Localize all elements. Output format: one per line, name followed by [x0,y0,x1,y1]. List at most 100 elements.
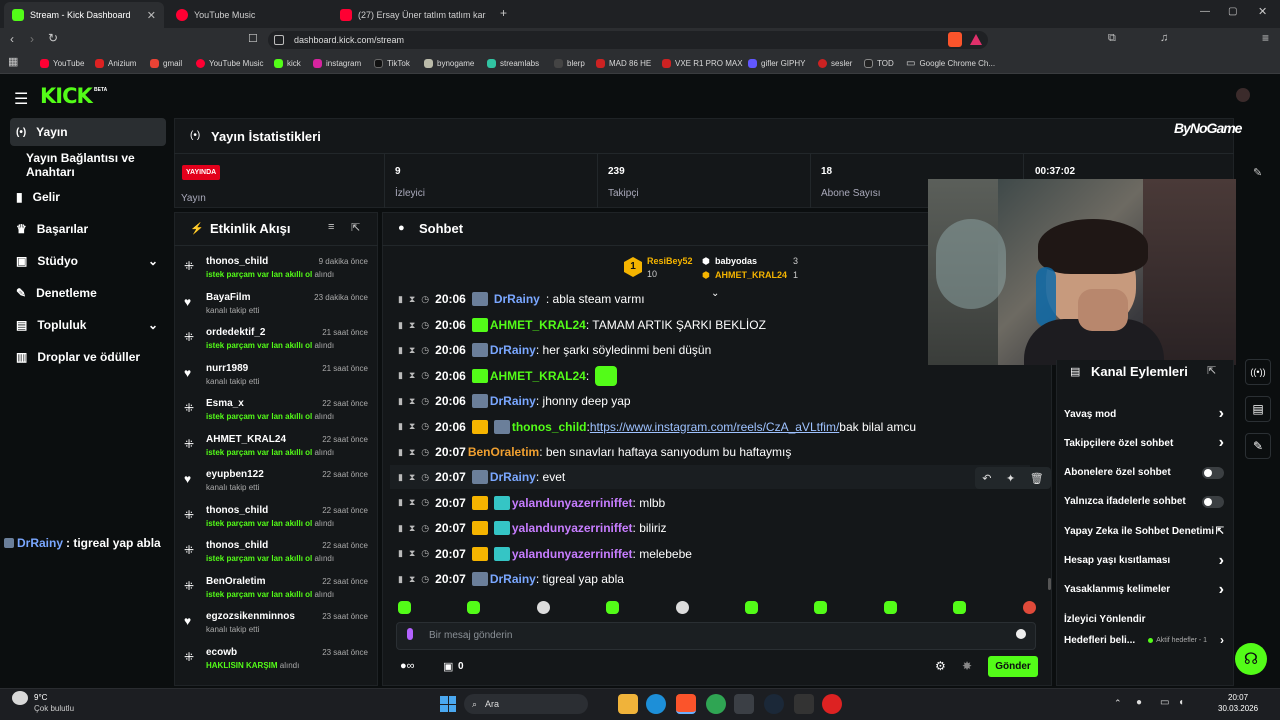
leader-2-name[interactable]: babyodas [715,256,757,266]
sidebar-item-basarilar[interactable]: ♛ Başarılar [10,215,166,243]
mic-icon[interactable] [407,628,413,640]
chevron-right-icon[interactable]: › [1219,434,1224,452]
chrome-icon[interactable] [706,694,726,714]
store-icon[interactable] [734,694,754,714]
external-link-icon[interactable]: ⇱ [1216,526,1224,537]
reply-icon[interactable]: ↶ [982,472,991,485]
history-icon[interactable]: ◷ [421,497,429,508]
delete-icon[interactable]: 🗑 [1030,472,1044,485]
event-username[interactable]: thonos_child [206,505,268,516]
event-username[interactable]: ordedektif_2 [206,327,265,338]
address-bar[interactable]: dashboard.kick.com/stream [268,31,988,49]
timeout-icon[interactable]: ⧗ [409,472,415,483]
timeout-icon[interactable]: ⧗ [409,523,415,534]
maximize-icon[interactable]: ▢ [1228,6,1237,17]
tab-kick-dashboard[interactable]: Stream - Kick Dashboard ✕ [4,2,164,28]
bookmark-instagram[interactable]: instagram [313,55,361,71]
bookmark-youtube[interactable]: YouTube [40,55,84,71]
site-info-icon[interactable] [274,35,284,45]
mod-icon[interactable]: ▮ [398,345,403,356]
history-icon[interactable]: ◷ [421,472,429,483]
timeout-icon[interactable]: ⧗ [409,447,415,458]
history-icon[interactable]: ◷ [421,345,429,356]
rail-layout-button[interactable]: ▤ [1245,396,1271,422]
history-icon[interactable]: ◷ [421,396,429,407]
bookmark-kick[interactable]: kick [274,55,301,71]
emote-icon[interactable] [745,601,758,614]
event-username[interactable]: ecowb [206,647,237,658]
timeout-icon[interactable]: ⧗ [409,548,415,559]
steam-icon[interactable] [764,694,784,714]
channel-action-row[interactable]: Hesap yaşı kısıtlaması › [1064,551,1224,571]
mod-icon[interactable]: ▮ [398,396,403,407]
leader-1-name[interactable]: ResiBey52 [647,256,693,266]
history-icon[interactable]: ◷ [421,447,429,458]
emote-icon[interactable] [606,601,620,614]
mod-icon[interactable]: ▮ [398,574,403,585]
mic-tray-icon[interactable]: ● [1136,697,1142,708]
windows-start-icon[interactable] [440,696,456,712]
chevron-right-icon[interactable]: › [1219,405,1224,423]
popout-icon[interactable]: ⇱ [351,221,360,234]
sidebar-item-stream-key[interactable]: Yayın Bağlantısı ve Anahtarı [10,151,180,179]
tray-chevron-icon[interactable]: ⌃ [1114,698,1122,709]
chat-scrollbar[interactable] [1048,578,1051,590]
chevron-right-icon[interactable]: › [1219,581,1224,599]
mod-icon[interactable]: ▮ [398,447,403,458]
timeout-icon[interactable]: ⧗ [409,574,415,585]
event-username[interactable]: AHMET_KRAL24 [206,434,286,445]
timeout-icon[interactable]: ⧗ [409,370,415,381]
support-headset-icon[interactable]: ☊ [1235,643,1267,675]
mod-icon[interactable]: ▮ [398,472,403,483]
bookmark-youtube-music[interactable]: YouTube Music [196,55,264,71]
kick-logo[interactable]: KICK [40,84,93,108]
bookmark-chrome-folder[interactable]: ▭ Google Chrome Ch... [906,55,995,71]
send-button[interactable]: Gönder [988,656,1038,677]
event-username[interactable]: eyupben122 [206,469,264,480]
goals-row[interactable]: Hedefleri beli... Aktif hedefler - 1 › [1064,630,1224,650]
channel-action-row[interactable]: Takipçilere özel sohbet › [1064,433,1224,453]
message-username[interactable]: yalandunyazerriniffet [512,496,633,510]
extensions-icon[interactable]: ⧉ [1108,32,1116,45]
message-username[interactable]: thonos_child [512,420,587,434]
timeout-icon[interactable]: ⧗ [409,497,415,508]
bookmark-bynogame[interactable]: bynogame [424,55,474,71]
mod-icon[interactable]: ▮ [398,548,403,559]
mod-icon[interactable]: ▮ [398,320,403,331]
brave-shield-icon[interactable] [948,32,962,47]
message-username[interactable]: DrRainy [490,572,536,586]
app-icon[interactable] [794,694,814,714]
bookmark-sesler[interactable]: sesler [818,55,852,71]
window-close-icon[interactable]: ✕ [1258,5,1267,18]
channel-action-row[interactable]: Yalnızca ifadelerle sohbet [1064,492,1224,512]
sidebar-item-studyo[interactable]: ▣ Stüdyo ⌄ [10,247,166,275]
apps-grid-icon[interactable]: ▦ [8,55,18,68]
history-icon[interactable]: ◷ [421,421,429,432]
message-username[interactable]: DrRainy [490,343,536,357]
timeout-icon[interactable]: ⧗ [409,320,415,331]
popout-icon[interactable]: ⇱ [1207,364,1216,377]
message-username[interactable]: DrRainy [490,394,536,408]
toggle-switch[interactable] [1202,466,1224,479]
event-username[interactable]: thonos_child [206,256,268,267]
leader-3-name[interactable]: AHMET_KRAL24 [715,270,787,280]
edit-icon[interactable]: ✎ [1253,166,1262,179]
badge-gear-icon[interactable]: ✸ [962,659,972,673]
event-username[interactable]: BayaFilm [206,292,250,303]
media-app-icon[interactable] [822,694,842,714]
message-link[interactable]: https://www.instagram.com/reels/CzA_aVLt… [590,420,839,434]
points-icon[interactable]: ●∞ [400,660,415,672]
message-username[interactable]: yalandunyazerriniffet [512,521,633,535]
emoji-icon[interactable] [1016,629,1026,639]
timeout-icon[interactable]: ⧗ [409,345,415,356]
history-icon[interactable]: ◷ [421,370,429,381]
pin-icon[interactable]: ✦ [1006,472,1015,485]
message-username[interactable]: yalandunyazerriniffet [512,547,633,561]
event-username[interactable]: egzozsikenminnos [206,611,295,622]
profile-avatar[interactable] [1236,88,1250,102]
weather-icon[interactable] [12,691,28,705]
sidebar-item-yayin[interactable]: (•) Yayın [10,118,166,146]
file-explorer-icon[interactable] [618,694,638,714]
brave-rewards-icon[interactable] [970,34,982,45]
channel-action-row[interactable]: Yasaklanmış kelimeler › [1064,580,1224,600]
